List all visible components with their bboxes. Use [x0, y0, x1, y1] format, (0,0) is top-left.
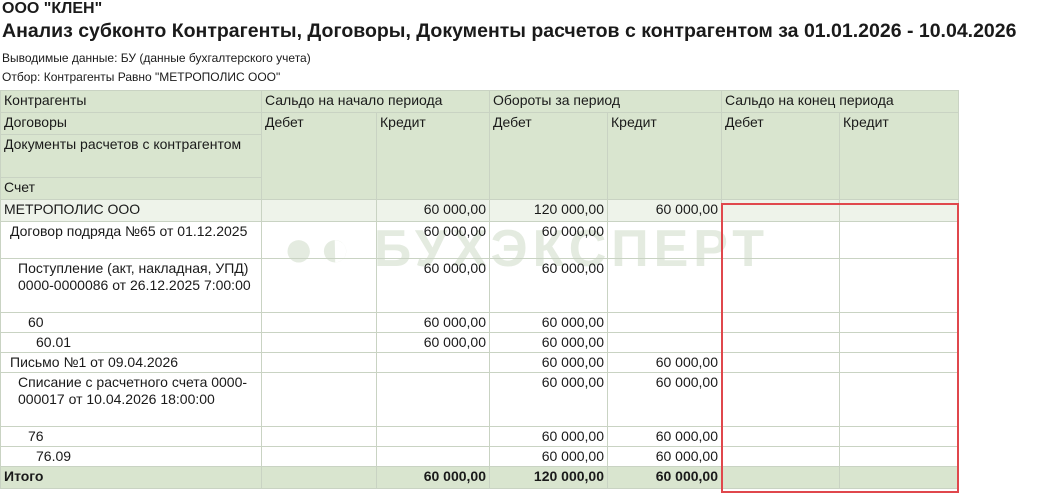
total-turn-debit: 120 000,00 [489, 466, 608, 489]
header-dim1[interactable]: Контрагенты [0, 90, 262, 113]
table-row[interactable]: Договор подряда №65 от 01.12.2025 60 000… [0, 221, 960, 259]
total-close-debit [721, 466, 841, 489]
table-row[interactable]: МЕТРОПОЛИС ООО 60 000,00 120 000,00 60 0… [0, 199, 960, 222]
organization-name: ООО "КЛЕН" [2, 0, 103, 17]
header-close-credit[interactable]: Кредит [839, 112, 960, 200]
cell-close-debit [721, 446, 841, 467]
cell-turn-debit: 60 000,00 [489, 258, 608, 313]
cell-close-credit [839, 258, 960, 313]
cell-open-credit: 60 000,00 [376, 221, 490, 259]
cell-turn-debit: 60 000,00 [489, 426, 608, 447]
cell-open-credit: 60 000,00 [376, 258, 490, 313]
cell-open-debit [261, 221, 377, 259]
header-dim2[interactable]: Договоры [0, 112, 262, 135]
cell-open-credit: 60 000,00 [376, 312, 490, 333]
header-dim4[interactable]: Счет [0, 177, 262, 200]
cell-close-credit [839, 312, 960, 333]
cell-close-debit [721, 199, 841, 222]
row-name: 76.09 [0, 446, 262, 467]
cell-close-debit [721, 312, 841, 333]
cell-open-debit [261, 258, 377, 313]
cell-open-debit [261, 199, 377, 222]
row-name: Договор подряда №65 от 01.12.2025 [0, 221, 262, 259]
cell-turn-credit [606, 258, 723, 313]
cell-turn-debit: 60 000,00 [489, 372, 608, 427]
data-shown-line: Выводимые данные: БУ (данные бухгалтерск… [2, 51, 311, 65]
cell-open-debit [261, 352, 377, 373]
cell-close-debit [721, 372, 841, 427]
row-name: 76 [0, 426, 262, 447]
header-close-debit[interactable]: Дебет [721, 112, 841, 200]
cell-open-credit [376, 352, 490, 373]
cell-close-debit [721, 221, 841, 259]
header-dim3[interactable]: Документы расчетов с контрагентом [0, 134, 262, 178]
cell-close-credit [839, 446, 960, 467]
cell-turn-credit [606, 332, 723, 353]
cell-close-debit [721, 352, 841, 373]
cell-close-credit [839, 199, 960, 222]
table-row[interactable]: Списание с расчетного счета 0000-000017 … [0, 372, 960, 427]
header-open-credit[interactable]: Кредит [376, 112, 490, 200]
row-name: 60.01 [0, 332, 262, 353]
cell-turn-credit: 60 000,00 [606, 199, 723, 222]
cell-turn-credit: 60 000,00 [606, 426, 723, 447]
table-row[interactable]: 76 60 000,00 60 000,00 [0, 426, 960, 447]
cell-turn-debit: 60 000,00 [489, 352, 608, 373]
total-open-credit: 60 000,00 [376, 466, 490, 489]
header-open-debit[interactable]: Дебет [261, 112, 377, 200]
table-row[interactable]: 60 60 000,00 60 000,00 [0, 312, 960, 333]
row-name: МЕТРОПОЛИС ООО [0, 199, 262, 222]
row-name: Списание с расчетного счета 0000-000017 … [0, 372, 262, 427]
report-title: Анализ субконто Контрагенты, Договоры, Д… [2, 20, 1017, 42]
cell-turn-debit: 60 000,00 [489, 446, 608, 467]
cell-close-debit [721, 332, 841, 353]
cell-turn-debit: 60 000,00 [489, 221, 608, 259]
cell-turn-credit: 60 000,00 [606, 446, 723, 467]
header-turn-debit[interactable]: Дебет [489, 112, 608, 200]
cell-close-credit [839, 426, 960, 447]
table-row[interactable]: Поступление (акт, накладная, УПД) 0000-0… [0, 258, 960, 313]
cell-open-credit: 60 000,00 [376, 199, 490, 222]
cell-open-credit [376, 372, 490, 427]
header-turnover[interactable]: Обороты за период [488, 90, 723, 113]
cell-open-debit [261, 312, 377, 333]
total-open-debit [261, 466, 377, 489]
cell-close-credit [839, 221, 960, 259]
cell-open-debit [261, 332, 377, 353]
cell-open-credit [376, 446, 490, 467]
cell-open-credit [376, 426, 490, 447]
cell-open-debit [261, 372, 377, 427]
table-row[interactable]: Письмо №1 от 09.04.2026 60 000,00 60 000… [0, 352, 960, 373]
header-opening-balance[interactable]: Сальдо на начало периода [261, 90, 490, 113]
cell-close-debit [721, 426, 841, 447]
cell-turn-debit: 60 000,00 [489, 312, 608, 333]
cell-turn-credit: 60 000,00 [606, 352, 723, 373]
header-closing-balance[interactable]: Сальдо на конец периода [721, 90, 960, 113]
total-close-credit [839, 466, 960, 489]
row-name: Поступление (акт, накладная, УПД) 0000-0… [0, 258, 262, 313]
report-table: Контрагенты Сальдо на начало периода Обо… [0, 90, 960, 489]
cell-turn-credit [606, 221, 723, 259]
cell-turn-debit: 60 000,00 [489, 332, 608, 353]
cell-turn-credit: 60 000,00 [606, 372, 723, 427]
filter-line: Отбор: Контрагенты Равно "МЕТРОПОЛИС ООО… [2, 70, 281, 84]
cell-close-credit [839, 332, 960, 353]
total-label: Итого [0, 466, 262, 489]
header-turn-credit[interactable]: Кредит [606, 112, 723, 200]
cell-open-debit [261, 446, 377, 467]
cell-open-debit [261, 426, 377, 447]
cell-turn-credit [606, 312, 723, 333]
total-row[interactable]: Итого 60 000,00 120 000,00 60 000,00 [0, 466, 960, 489]
total-turn-credit: 60 000,00 [606, 466, 723, 489]
cell-close-credit [839, 372, 960, 427]
cell-turn-debit: 120 000,00 [489, 199, 608, 222]
table-row[interactable]: 76.09 60 000,00 60 000,00 [0, 446, 960, 467]
row-name: Письмо №1 от 09.04.2026 [0, 352, 262, 373]
cell-open-credit: 60 000,00 [376, 332, 490, 353]
cell-close-credit [839, 352, 960, 373]
table-row[interactable]: 60.01 60 000,00 60 000,00 [0, 332, 960, 353]
cell-close-debit [721, 258, 841, 313]
row-name: 60 [0, 312, 262, 333]
